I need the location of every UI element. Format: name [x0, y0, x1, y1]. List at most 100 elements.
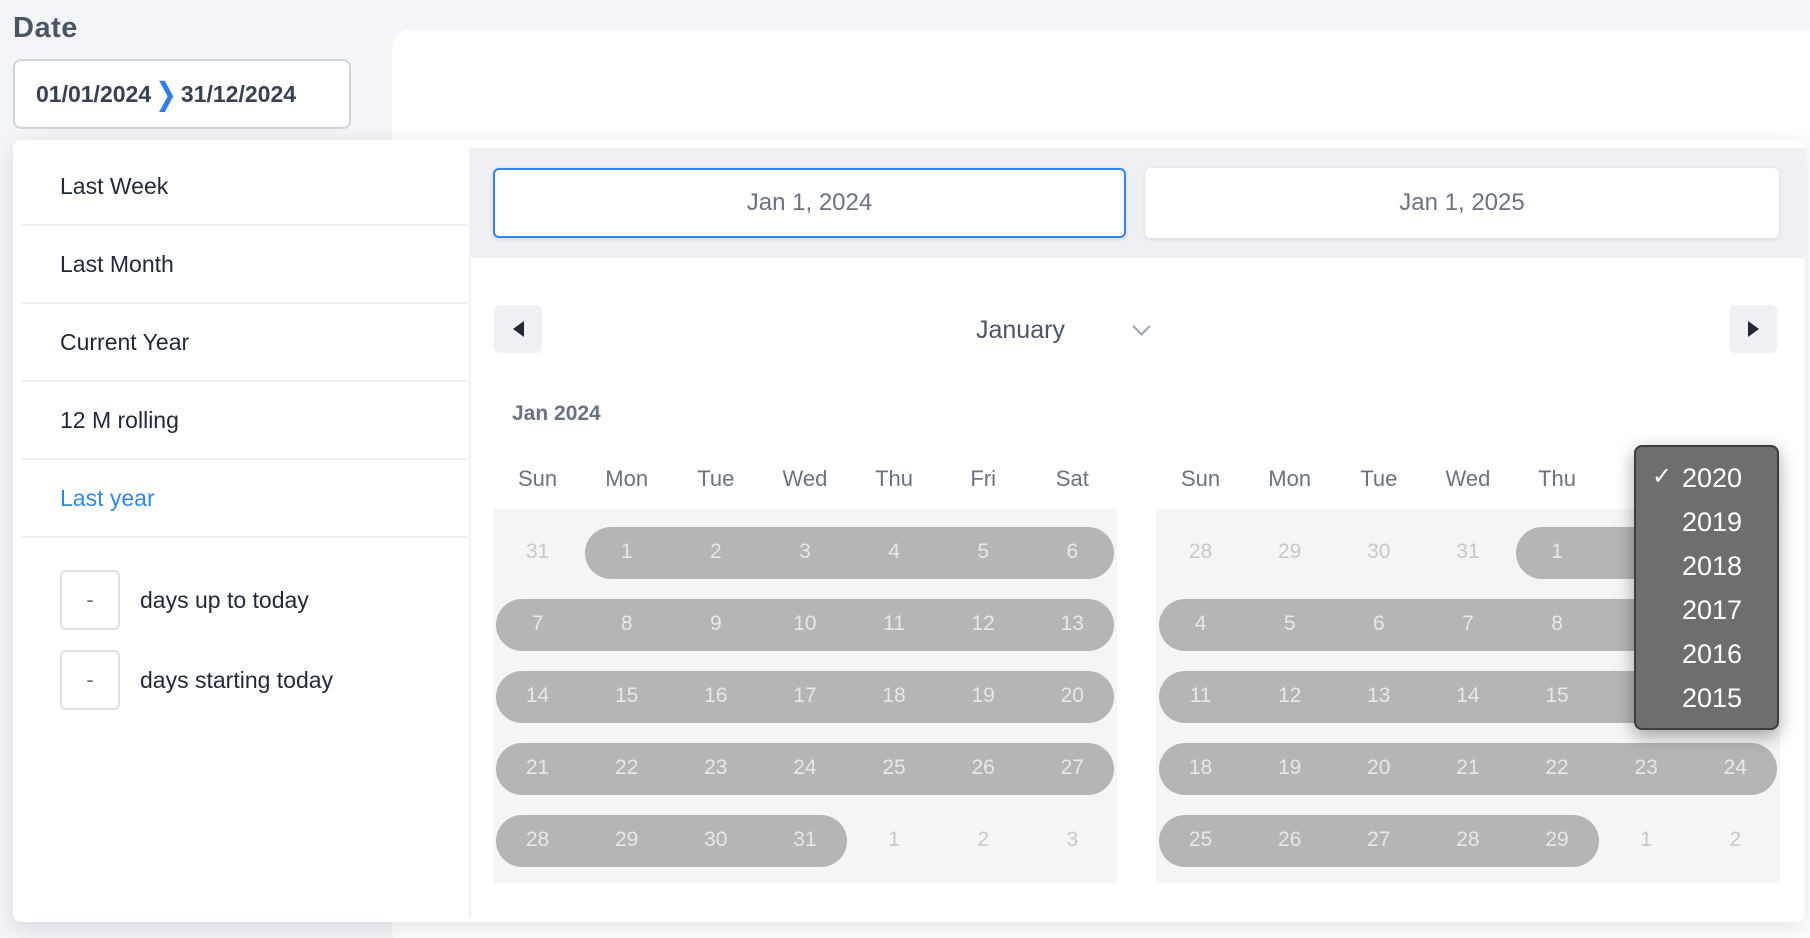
calendar-area: Jan 1, 2024 Jan 1, 2025 January Jan 2024…: [471, 148, 1805, 918]
day-cell[interactable]: 3: [1028, 804, 1117, 876]
day-cell[interactable]: 11: [850, 588, 939, 660]
preset-last-year[interactable]: Last year: [21, 460, 469, 538]
day-cell[interactable]: 30: [671, 804, 760, 876]
day-cell[interactable]: 24: [1691, 732, 1780, 804]
day-cell[interactable]: 25: [1156, 804, 1245, 876]
day-cell[interactable]: 12: [1245, 660, 1334, 732]
day-cell[interactable]: 24: [760, 732, 849, 804]
day-cell[interactable]: 4: [850, 516, 939, 588]
month-select[interactable]: January: [976, 308, 1156, 352]
day-cell[interactable]: 20: [1334, 732, 1423, 804]
day-cell[interactable]: 1: [850, 804, 939, 876]
day-cell[interactable]: 2: [939, 804, 1028, 876]
day-cell[interactable]: 14: [493, 660, 582, 732]
days-up-to-today-label: days up to today: [140, 586, 309, 613]
year-option-2015[interactable]: 2015: [1636, 676, 1777, 720]
days-up-to-today-input[interactable]: -: [60, 570, 120, 630]
year-option-2018[interactable]: 2018: [1636, 544, 1777, 588]
left-calendar: Sun Mon Tue Wed Thu Fri Sat 31 1 2 3 4 5 6 7 8 9 10 11 12 13…: [493, 456, 1117, 883]
range-end-input[interactable]: Jan 1, 2025: [1145, 168, 1779, 238]
day-cell[interactable]: 1: [1602, 804, 1691, 876]
weekday-label: Wed: [782, 466, 828, 491]
next-month-button[interactable]: [1729, 305, 1777, 353]
day-cell[interactable]: 18: [850, 660, 939, 732]
day-cell[interactable]: 17: [760, 660, 849, 732]
day-cell[interactable]: 13: [1334, 660, 1423, 732]
day-cell[interactable]: 15: [1513, 660, 1602, 732]
day-cell[interactable]: 8: [582, 588, 671, 660]
day-cell[interactable]: 21: [1423, 732, 1512, 804]
day-cell[interactable]: 23: [1602, 732, 1691, 804]
preset-current-year[interactable]: Current Year: [21, 304, 469, 382]
date-range-input[interactable]: 01/01/2024 ❯ 31/12/2024: [13, 59, 351, 129]
day-cell[interactable]: 5: [1245, 588, 1334, 660]
day-cell[interactable]: 29: [582, 804, 671, 876]
year-option-2020[interactable]: ✓ 2020: [1636, 456, 1777, 500]
day-cell[interactable]: 27: [1028, 732, 1117, 804]
day-cell[interactable]: 16: [671, 660, 760, 732]
day-cell[interactable]: 29: [1245, 516, 1334, 588]
day-cell[interactable]: 10: [760, 588, 849, 660]
year-option-label: 2015: [1682, 682, 1743, 713]
weekday-label: Sat: [1055, 466, 1089, 491]
day-cell[interactable]: 26: [1245, 804, 1334, 876]
day-cell[interactable]: 29: [1513, 804, 1602, 876]
left-month-title: Jan 2024: [512, 402, 601, 425]
day-cell[interactable]: 19: [1245, 732, 1334, 804]
day-cell[interactable]: 18: [1156, 732, 1245, 804]
preset-last-week[interactable]: Last Week: [21, 148, 469, 226]
day-cell[interactable]: 22: [1513, 732, 1602, 804]
left-weekday-header: Sun Mon Tue Wed Thu Fri Sat: [493, 456, 1117, 502]
preset-last-month[interactable]: Last Month: [21, 226, 469, 304]
chevron-right-icon: ❯: [155, 75, 177, 112]
day-cell[interactable]: 7: [493, 588, 582, 660]
day-cell[interactable]: 8: [1513, 588, 1602, 660]
day-cell[interactable]: 9: [671, 588, 760, 660]
day-cell[interactable]: 23: [671, 732, 760, 804]
week-row: 25 26 27 28 29 1 2: [1156, 804, 1780, 876]
chevron-down-icon: [1132, 317, 1151, 336]
day-cell[interactable]: 28: [1156, 516, 1245, 588]
day-cell[interactable]: 28: [493, 804, 582, 876]
day-cell[interactable]: 22: [582, 732, 671, 804]
day-cell[interactable]: 2: [671, 516, 760, 588]
year-option-2019[interactable]: 2019: [1636, 500, 1777, 544]
weekday-label: Mon: [1268, 466, 1312, 491]
day-cell[interactable]: 26: [939, 732, 1028, 804]
day-cell[interactable]: 5: [939, 516, 1028, 588]
day-cell[interactable]: 1: [1513, 516, 1602, 588]
day-cell[interactable]: 15: [582, 660, 671, 732]
day-cell[interactable]: 25: [850, 732, 939, 804]
previous-month-button[interactable]: [494, 305, 542, 353]
day-cell[interactable]: 7: [1423, 588, 1512, 660]
day-cell[interactable]: 31: [1423, 516, 1512, 588]
days-starting-today-input[interactable]: -: [60, 650, 120, 710]
day-cell[interactable]: 6: [1028, 516, 1117, 588]
year-option-2017[interactable]: 2017: [1636, 588, 1777, 632]
day-cell[interactable]: 4: [1156, 588, 1245, 660]
range-start-input[interactable]: Jan 1, 2024: [493, 168, 1126, 238]
day-cell[interactable]: 14: [1423, 660, 1512, 732]
year-option-2016[interactable]: 2016: [1636, 632, 1777, 676]
day-cell[interactable]: 31: [760, 804, 849, 876]
day-cell[interactable]: 30: [1334, 516, 1423, 588]
day-cell[interactable]: 31: [493, 516, 582, 588]
day-cell[interactable]: 2: [1691, 804, 1780, 876]
week-row: 18 19 20 21 22 23 24: [1156, 732, 1780, 804]
day-cell[interactable]: 1: [582, 516, 671, 588]
day-cell[interactable]: 27: [1334, 804, 1423, 876]
day-cell[interactable]: 11: [1156, 660, 1245, 732]
day-cell[interactable]: 13: [1028, 588, 1117, 660]
day-cell[interactable]: 20: [1028, 660, 1117, 732]
preset-12m-rolling[interactable]: 12 M rolling: [21, 382, 469, 460]
day-cell[interactable]: 19: [939, 660, 1028, 732]
day-cell[interactable]: 3: [760, 516, 849, 588]
day-cell[interactable]: 12: [939, 588, 1028, 660]
day-cell[interactable]: 28: [1423, 804, 1512, 876]
day-cell[interactable]: 6: [1334, 588, 1423, 660]
year-dropdown[interactable]: ✓ 2020 2019 2018 2017 2016 2015: [1634, 445, 1779, 730]
day-cell[interactable]: 21: [493, 732, 582, 804]
week-row: 21 22 23 24 25 26 27: [493, 732, 1117, 804]
left-day-grid: 31 1 2 3 4 5 6 7 8 9 10 11 12 13 14 15 16 17 18 19 20 21 22 23 2…: [493, 509, 1117, 883]
weekday-label: Mon: [605, 466, 649, 491]
